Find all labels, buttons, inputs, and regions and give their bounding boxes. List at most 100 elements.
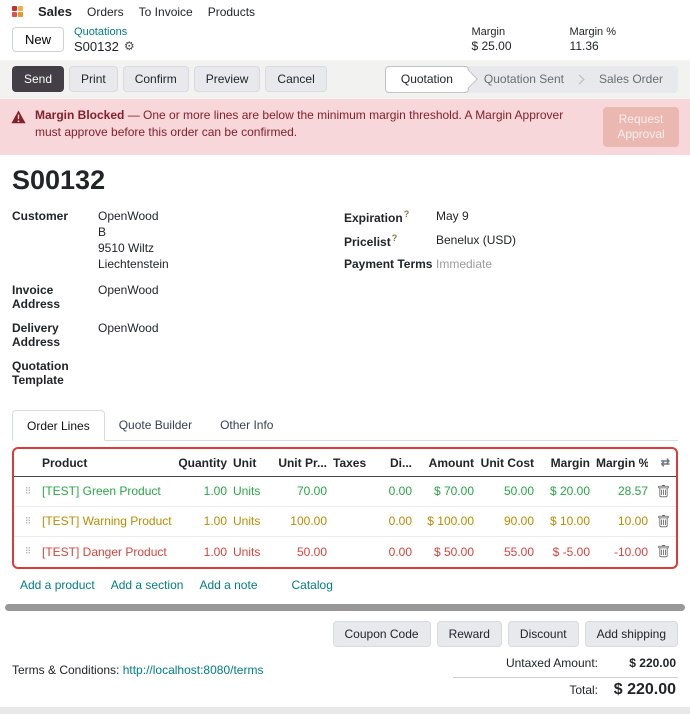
cell-unit-price[interactable]: 100.00 (269, 514, 327, 528)
customer-field[interactable]: OpenWood B 9510 Wiltz Liechtenstein (98, 209, 344, 273)
cell-unit-cost[interactable]: 50.00 (474, 484, 534, 498)
drag-handle-icon[interactable]: ⠿ (20, 546, 36, 557)
confirm-button[interactable]: Confirm (123, 66, 189, 92)
col-taxes[interactable]: Taxes (327, 456, 372, 470)
tab-quote-builder[interactable]: Quote Builder (105, 410, 206, 440)
stat-button-margin-percent[interactable]: Margin % 11.36 (570, 25, 616, 55)
print-button[interactable]: Print (69, 66, 118, 92)
expiration-label: Expiration? (344, 209, 436, 225)
status-step-sales-order[interactable]: Sales Order (584, 66, 678, 93)
delivery-address-label: Delivery Address (12, 321, 98, 349)
cell-discount[interactable]: 0.00 (372, 514, 412, 528)
drag-handle-icon[interactable]: ⠿ (20, 516, 36, 527)
field-group: Customer OpenWood B 9510 Wiltz Liechtens… (12, 209, 678, 397)
stat-button-margin[interactable]: Margin $ 25.00 (471, 25, 511, 55)
order-line-row[interactable]: ⠿ [TEST] Warning Product 1.00 Units 100.… (14, 507, 676, 537)
payment-terms-field[interactable]: Immediate (436, 257, 678, 271)
cell-unit[interactable]: Units (227, 545, 269, 559)
send-button[interactable]: Send (12, 66, 64, 92)
add-a-note-link[interactable]: Add a note (199, 578, 257, 592)
col-unit-cost[interactable]: Unit Cost (474, 456, 534, 470)
cell-quantity[interactable]: 1.00 (172, 484, 227, 498)
menu-item-to-invoice[interactable]: To Invoice (139, 5, 193, 19)
add-a-section-link[interactable]: Add a section (111, 578, 184, 592)
reward-button[interactable]: Reward (437, 621, 502, 647)
breadcrumb-quotations-link[interactable]: Quotations (74, 26, 135, 39)
cell-amount: $ 50.00 (412, 545, 474, 559)
tab-order-lines[interactable]: Order Lines (12, 410, 105, 441)
invoice-address-field[interactable]: OpenWood (98, 283, 344, 311)
delete-row-button[interactable] (648, 545, 670, 558)
adjust-columns-icon[interactable]: ⇄ (648, 456, 670, 469)
invoice-address-label: Invoice Address (12, 283, 98, 311)
cell-discount[interactable]: 0.00 (372, 484, 412, 498)
cell-discount[interactable]: 0.00 (372, 545, 412, 559)
col-product[interactable]: Product (36, 456, 172, 470)
quotation-template-label: Quotation Template (12, 359, 98, 387)
cell-product[interactable]: [TEST] Warning Product (36, 514, 172, 528)
customer-name[interactable]: OpenWood (98, 209, 344, 223)
action-gear-icon[interactable]: ⚙ (124, 39, 135, 53)
cell-unit-cost[interactable]: 90.00 (474, 514, 534, 528)
terms-link[interactable]: http://localhost:8080/terms (123, 663, 264, 677)
cell-unit-price[interactable]: 70.00 (269, 484, 327, 498)
cell-quantity[interactable]: 1.00 (172, 545, 227, 559)
catalog-link[interactable]: Catalog (292, 578, 333, 592)
drag-handle-icon[interactable]: ⠿ (20, 486, 36, 497)
warning-triangle-icon (11, 110, 26, 124)
order-line-row[interactable]: ⠿ [TEST] Green Product 1.00 Units 70.00 … (14, 477, 676, 507)
col-amount[interactable]: Amount (412, 456, 474, 470)
cell-unit[interactable]: Units (227, 514, 269, 528)
coupon-code-button[interactable]: Coupon Code (333, 621, 431, 647)
expiration-field[interactable]: May 9 (436, 209, 678, 225)
menu-item-products[interactable]: Products (208, 5, 255, 19)
pricelist-field[interactable]: Benelux (USD) (436, 233, 678, 249)
table-header-row: Product Quantity Unit Unit Pr... Taxes D… (14, 449, 676, 477)
cell-unit-cost[interactable]: 55.00 (474, 545, 534, 559)
statusbar: Quotation Quotation Sent Sales Order (385, 66, 678, 93)
record-title: S00132 (12, 165, 678, 196)
total-label: Total: (569, 683, 598, 697)
stat-label: Margin (471, 25, 511, 39)
col-quantity[interactable]: Quantity (172, 456, 227, 470)
cancel-button[interactable]: Cancel (265, 66, 326, 92)
trash-icon (657, 485, 670, 498)
terms-label: Terms & Conditions: (12, 663, 119, 677)
col-margin-percent[interactable]: Margin % (590, 456, 648, 470)
cell-unit[interactable]: Units (227, 484, 269, 498)
menu-item-orders[interactable]: Orders (87, 5, 124, 19)
preview-button[interactable]: Preview (194, 66, 261, 92)
cell-product[interactable]: [TEST] Danger Product (36, 545, 172, 559)
cell-amount: $ 100.00 (412, 514, 474, 528)
app-name[interactable]: Sales (38, 4, 72, 19)
col-unit[interactable]: Unit (227, 456, 269, 470)
add-shipping-button[interactable]: Add shipping (585, 621, 678, 647)
status-step-quotation-sent[interactable]: Quotation Sent (469, 66, 579, 93)
cell-margin: $ -5.00 (534, 545, 590, 559)
delete-row-button[interactable] (648, 515, 670, 528)
horizontal-scrollbar[interactable] (5, 604, 685, 611)
request-approval-button[interactable]: Request Approval (603, 107, 679, 147)
cell-unit-price[interactable]: 50.00 (269, 545, 327, 559)
status-step-quotation[interactable]: Quotation (385, 66, 469, 93)
order-line-links: Add a product Add a section Add a note C… (12, 569, 678, 601)
new-button[interactable]: New (12, 27, 64, 52)
col-discount[interactable]: Di... (372, 456, 412, 470)
margin-blocked-banner: Margin Blocked — One or more lines are b… (0, 99, 690, 155)
customer-country: Liechtenstein (98, 257, 344, 271)
window-bottom-strip (0, 707, 690, 714)
order-line-row[interactable]: ⠿ [TEST] Danger Product 1.00 Units 50.00… (14, 537, 676, 567)
apps-menu-icon[interactable] (12, 6, 23, 17)
cell-product[interactable]: [TEST] Green Product (36, 484, 172, 498)
add-a-product-link[interactable]: Add a product (20, 578, 95, 592)
col-margin[interactable]: Margin (534, 456, 590, 470)
col-unit-price[interactable]: Unit Pr... (269, 456, 327, 470)
cell-quantity[interactable]: 1.00 (172, 514, 227, 528)
quotation-template-field[interactable] (98, 359, 344, 387)
tab-other-info[interactable]: Other Info (206, 410, 287, 440)
discount-button[interactable]: Discount (508, 621, 579, 647)
delivery-address-field[interactable]: OpenWood (98, 321, 344, 349)
control-panel: New Quotations S00132 ⚙ Margin $ 25.00 M… (0, 22, 690, 60)
delete-row-button[interactable] (648, 485, 670, 498)
banner-message: Margin Blocked — One or more lines are b… (35, 107, 594, 142)
